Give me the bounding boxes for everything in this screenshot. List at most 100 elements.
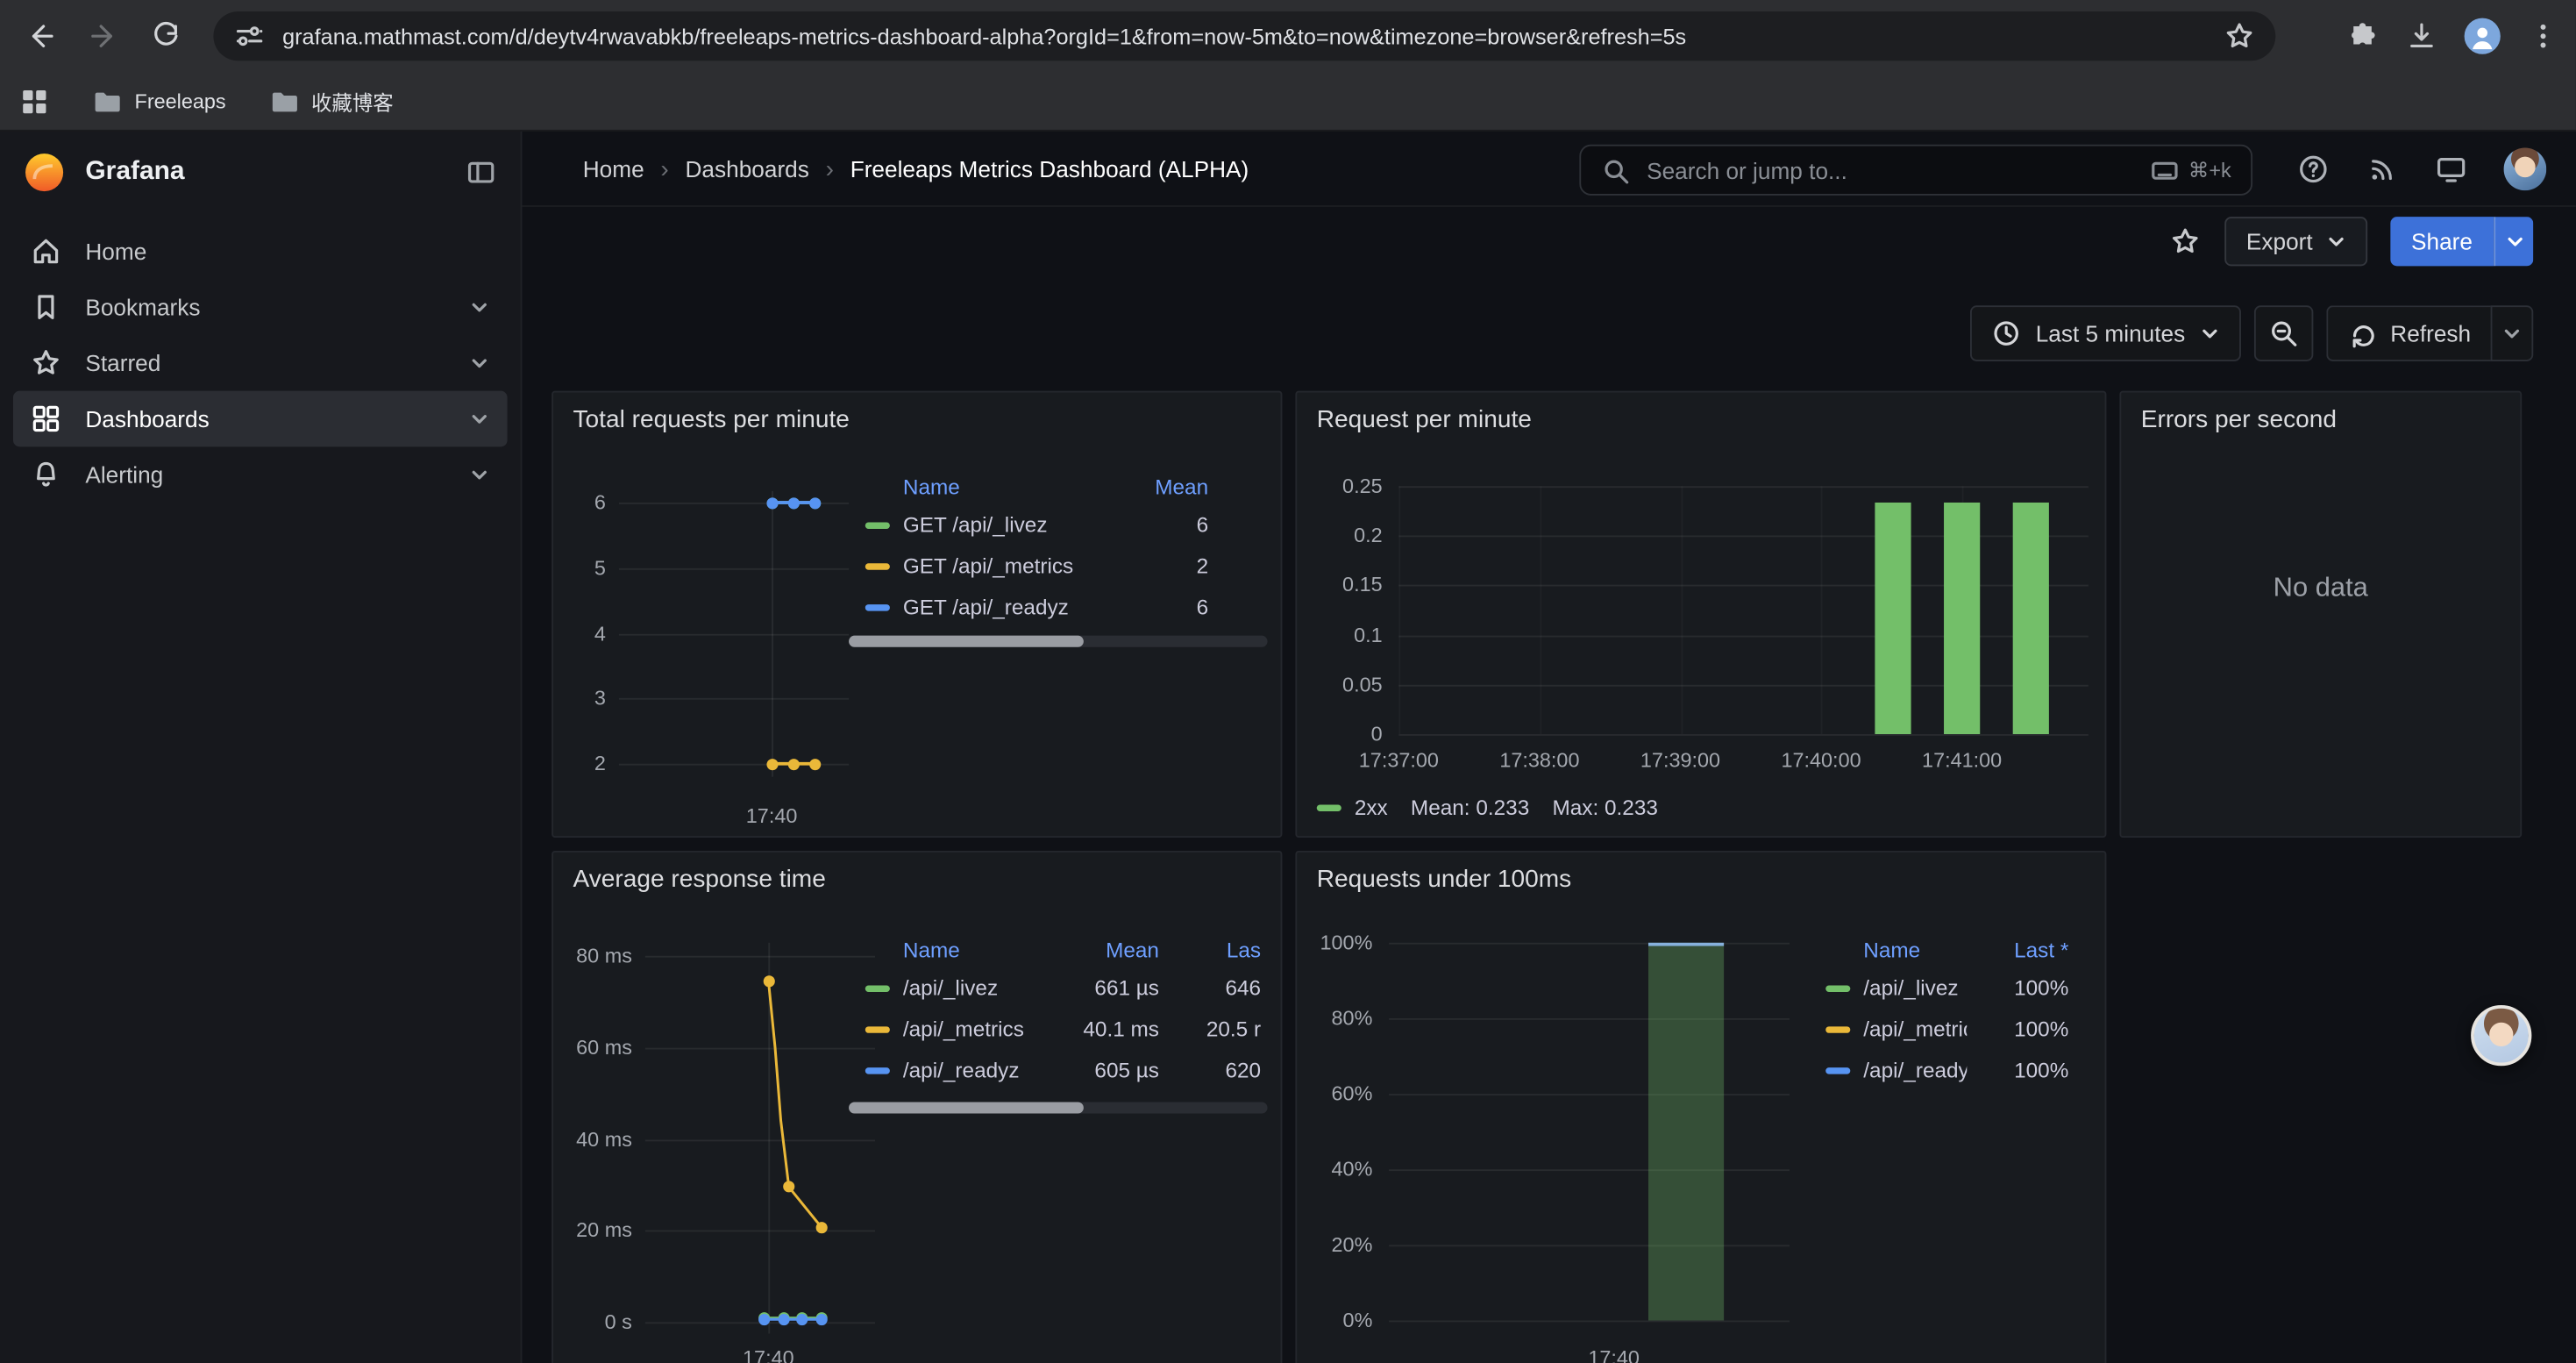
legend-col-last[interactable]: Las xyxy=(1165,937,1261,961)
kiosk-monitor-icon[interactable] xyxy=(2435,153,2467,185)
series-name[interactable]: /api/_livez xyxy=(903,975,1054,1000)
browser-profile-avatar[interactable] xyxy=(2465,18,2501,54)
extensions-icon[interactable] xyxy=(2346,19,2379,52)
cdot xyxy=(778,1314,789,1325)
breadcrumb-current: Freeleaps Metrics Dashboard (ALPHA) xyxy=(850,156,1249,182)
forward-button[interactable] xyxy=(79,11,128,61)
legend-row[interactable]: /api/_livez 100% xyxy=(1825,967,2068,1009)
user-avatar[interactable] xyxy=(2504,148,2547,191)
bookmark-folder-blogs[interactable]: 收藏博客 xyxy=(268,85,393,117)
bookmark-label: Freeleaps xyxy=(135,89,226,112)
breadcrumb-home[interactable]: Home xyxy=(583,156,644,182)
news-rss-icon[interactable] xyxy=(2366,153,2398,185)
scrollbar-thumb[interactable] xyxy=(849,636,1083,647)
series-color-dash xyxy=(865,1025,890,1031)
chevron-down-icon[interactable] xyxy=(468,407,491,430)
panel-avg-response-time: Average response time 80 ms60 ms40 ms20 … xyxy=(551,851,1282,1363)
legend-col-mean[interactable]: Mean xyxy=(1110,474,1208,498)
bookmark-folder-freeleaps[interactable]: Freeleaps xyxy=(92,86,226,116)
collapse-sidebar-icon[interactable] xyxy=(465,156,497,189)
bar xyxy=(2013,503,2049,733)
screen: grafana.mathmast.com/d/deytv4rwavabkb/fr… xyxy=(0,0,2576,1363)
cdot xyxy=(809,496,821,508)
legend-col-name[interactable]: Name xyxy=(903,474,1110,498)
sidebar-item-starred[interactable]: Starred xyxy=(13,335,508,391)
series-name[interactable]: 2xx xyxy=(1355,795,1388,819)
ylab: 60% xyxy=(1300,1081,1372,1107)
browser-menu-icon[interactable] xyxy=(2527,19,2559,52)
chevron-down-icon[interactable] xyxy=(468,352,491,375)
site-settings-icon[interactable] xyxy=(233,19,266,52)
cdot xyxy=(788,758,800,769)
download-icon[interactable] xyxy=(2405,19,2437,52)
panel-title[interactable]: Errors per second xyxy=(2141,406,2337,434)
series-name[interactable]: GET /api/_metrics xyxy=(903,553,1110,578)
series-last: 100% xyxy=(1974,1017,2069,1041)
series-mean: 6 xyxy=(1110,512,1208,537)
bookmark-star-icon[interactable] xyxy=(2223,19,2255,52)
legend-header: Name Last * xyxy=(1825,931,2068,967)
legend-row[interactable]: GET /api/_readyz 6 xyxy=(865,586,1208,627)
chevron-down-icon[interactable] xyxy=(468,296,491,318)
share-button[interactable]: Share xyxy=(2390,217,2494,266)
reload-button[interactable] xyxy=(141,11,190,61)
share-menu-button[interactable] xyxy=(2494,217,2533,266)
breadcrumb-dashboards[interactable]: Dashboards xyxy=(686,156,809,182)
legend-row[interactable]: GET /api/_metrics 2 xyxy=(865,546,1208,587)
sidebar-menu: Home Bookmarks Starred xyxy=(0,213,521,512)
back-button[interactable] xyxy=(17,11,66,61)
sidebar-item-alerting[interactable]: Alerting xyxy=(13,446,508,503)
series-name[interactable]: /api/_metrics xyxy=(903,1017,1054,1041)
grafana-logo[interactable] xyxy=(23,151,66,194)
url-text[interactable]: grafana.mathmast.com/d/deytv4rwavabkb/fr… xyxy=(282,24,2223,48)
legend-scrollbar[interactable] xyxy=(849,1102,1267,1113)
search-input[interactable]: Search or jump to... ⌘+k xyxy=(1579,145,2252,196)
legend-col-name[interactable]: Name xyxy=(1863,937,1967,961)
apps-grid-icon[interactable] xyxy=(19,86,49,116)
legend-row[interactable]: GET /api/_livez 6 xyxy=(865,504,1208,546)
sidebar-item-bookmarks[interactable]: Bookmarks xyxy=(13,279,508,335)
zoom-out-button[interactable] xyxy=(2254,305,2313,361)
share-label: Share xyxy=(2411,228,2473,254)
refresh-interval-button[interactable] xyxy=(2491,305,2534,361)
series-name[interactable]: GET /api/_readyz xyxy=(903,595,1110,619)
legend-col-mean[interactable]: Mean xyxy=(1054,937,1159,961)
series-name[interactable]: /api/_readyz xyxy=(1863,1058,1967,1082)
legend-item-2xx[interactable]: 2xx xyxy=(1317,795,1388,819)
sidebar-item-home[interactable]: Home xyxy=(13,224,508,280)
series-color-dash xyxy=(865,603,890,610)
series-color-dash xyxy=(865,985,890,991)
scrollbar-thumb[interactable] xyxy=(849,1102,1083,1113)
legend-row[interactable]: /api/_readyz 100% xyxy=(1825,1050,2068,1091)
help-icon[interactable] xyxy=(2297,153,2330,185)
breadcrumb: Home › Dashboards › Freeleaps Metrics Da… xyxy=(583,132,1249,207)
legend-row[interactable]: /api/_livez 661 µs 646 xyxy=(865,967,1261,1009)
export-button[interactable]: Export xyxy=(2225,217,2367,266)
series-name[interactable]: /api/_livez xyxy=(1863,975,1967,1000)
series-name[interactable]: /api/_metrics xyxy=(1863,1017,1967,1041)
refresh-button[interactable]: Refresh xyxy=(2326,305,2490,361)
legend-row[interactable]: /api/_readyz 605 µs 620 xyxy=(865,1050,1261,1091)
favorite-star-icon[interactable] xyxy=(2169,225,2202,258)
legend-row[interactable]: /api/_metrics 100% xyxy=(1825,1009,2068,1050)
series-name[interactable]: GET /api/_livez xyxy=(903,512,1110,537)
xlab: 17:41:00 xyxy=(1904,747,2019,774)
clock-icon xyxy=(1991,318,2021,348)
legend-row[interactable]: /api/_metrics 40.1 ms 20.5 r xyxy=(865,1009,1261,1050)
time-range-picker[interactable]: Last 5 minutes xyxy=(1970,305,2241,361)
chevron-down-icon xyxy=(2502,324,2522,343)
url-bar[interactable]: grafana.mathmast.com/d/deytv4rwavabkb/fr… xyxy=(213,11,2275,61)
floating-assistant-avatar[interactable] xyxy=(2471,1005,2531,1066)
legend-col-name[interactable]: Name xyxy=(903,937,1054,961)
legend-scrollbar[interactable] xyxy=(849,636,1267,647)
legend-col-last[interactable]: Last * xyxy=(1974,937,2069,961)
grid xyxy=(1398,486,2088,488)
sidebar-item-dashboards[interactable]: Dashboards xyxy=(13,391,508,447)
chevron-down-icon[interactable] xyxy=(468,463,491,486)
series-name[interactable]: /api/_readyz xyxy=(903,1058,1054,1082)
refresh-icon xyxy=(2348,319,2376,347)
grid xyxy=(619,698,849,700)
legend-table: Name Mean GET /api/_livez 6 GET /api/_me… xyxy=(865,468,1268,628)
grid xyxy=(1389,1245,1790,1246)
grid xyxy=(1398,734,2088,736)
